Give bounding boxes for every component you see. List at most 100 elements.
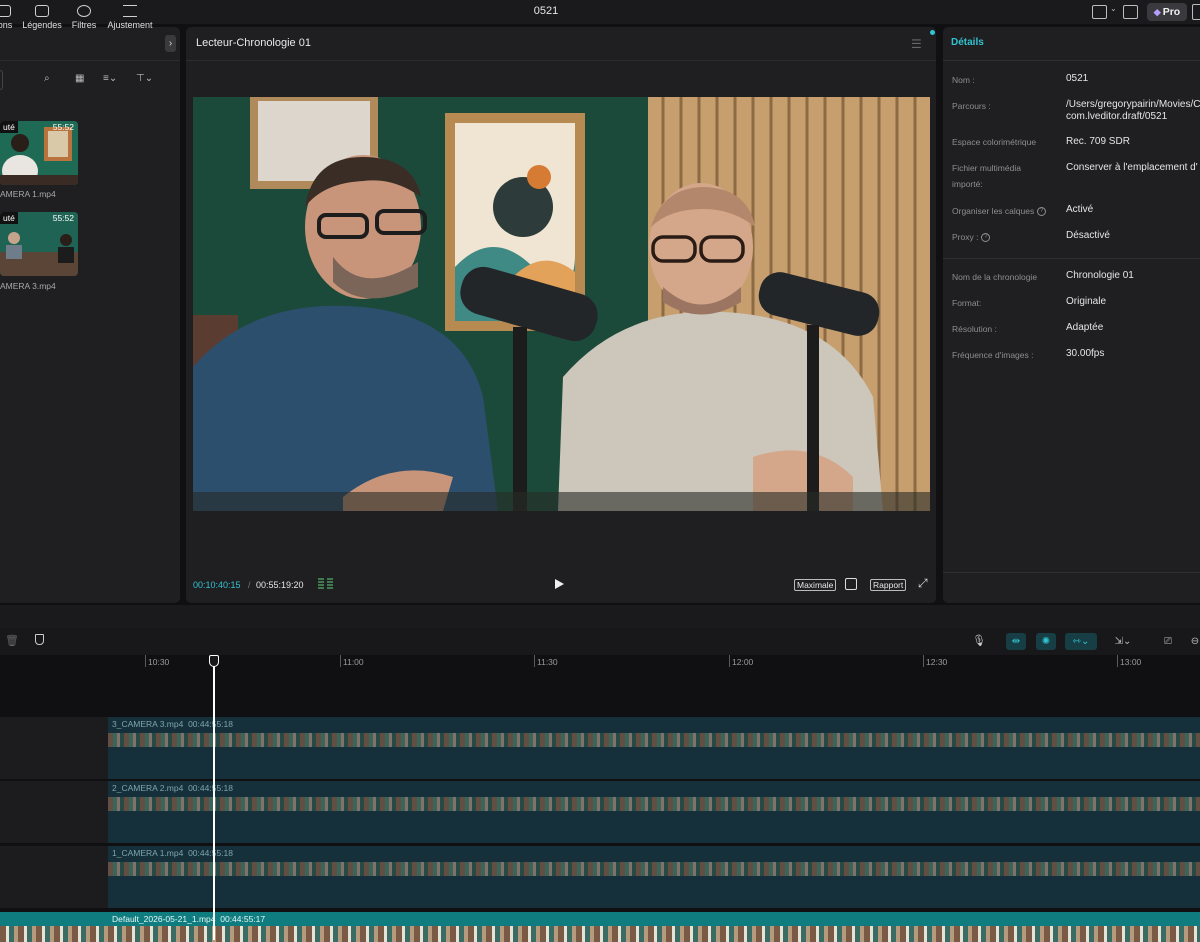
- snap-icon[interactable]: ⇿⌄: [1065, 633, 1097, 650]
- clip-duration: 00:44:55:17: [220, 914, 266, 924]
- clip-name: 1_CAMERA 1.mp4: [112, 848, 184, 858]
- title-bar: 0521: [0, 0, 1200, 24]
- video-track-1[interactable]: 1_CAMERA 1.mp4 00:44:55:18: [108, 846, 1200, 908]
- clip-duration: 55:52: [52, 122, 74, 132]
- help-icon[interactable]: ?: [1037, 207, 1047, 217]
- media-thumbnail[interactable]: uté 55:52: [0, 121, 78, 185]
- clip-title: 1_CAMERA 1.mp4 00:44:55:18: [112, 848, 233, 858]
- select-icon[interactable]: ⇲⌄: [1108, 633, 1138, 650]
- filter-icon[interactable]: ⊤⌄: [136, 73, 153, 84]
- detail-label: Proxy :: [952, 232, 979, 242]
- ruler-label: 13:00: [1120, 657, 1142, 667]
- clip-filmstrip: [108, 862, 1200, 876]
- quality-button[interactable]: Maximale: [794, 579, 837, 591]
- ratio-button[interactable]: Rapport: [870, 579, 907, 591]
- zoom-out-icon[interactable]: ⊖: [1188, 633, 1200, 650]
- track-header[interactable]: [0, 781, 108, 843]
- tool-label: Légendes: [22, 20, 62, 30]
- ruler-tick: [534, 655, 535, 667]
- menu-icon[interactable]: ☰: [911, 37, 922, 51]
- trash-icon[interactable]: 🗑: [5, 634, 19, 647]
- detail-label: Parcours :: [952, 101, 991, 111]
- marker-icon[interactable]: [35, 634, 44, 645]
- sidebar-toggle-icon[interactable]: [1192, 4, 1200, 20]
- search-icon[interactable]: ⌕: [44, 73, 50, 84]
- ruler-label: 12:30: [926, 657, 948, 667]
- clip-duration: 00:44:55:18: [188, 719, 233, 729]
- ruler-tick: [340, 655, 341, 667]
- detail-value: Désactivé: [1066, 230, 1110, 241]
- detail-value: /Users/gregorypairin/Movies/C: [1066, 99, 1200, 110]
- clip-name: AMERA 3.mp4: [0, 281, 56, 291]
- play-icon[interactable]: [555, 579, 564, 589]
- tool-subtitles[interactable]: Légendes: [18, 4, 66, 30]
- tool-label: Filtres: [71, 20, 97, 30]
- ruler-tick: [1117, 655, 1118, 667]
- detail-label-row: Proxy :?: [952, 229, 1062, 245]
- playhead[interactable]: [213, 660, 215, 940]
- chevron-right-icon[interactable]: ›: [165, 35, 176, 52]
- crop-icon[interactable]: [845, 578, 857, 590]
- search-field-edge[interactable]: [0, 70, 3, 90]
- layout-icon[interactable]: [1092, 5, 1107, 19]
- divider: [186, 60, 936, 61]
- video-track-2[interactable]: 2_CAMERA 2.mp4 00:44:55:18: [108, 781, 1200, 843]
- grid-view-icon[interactable]: ▦: [75, 73, 84, 84]
- tool-adjustment[interactable]: Ajustement: [106, 4, 154, 30]
- divider: [943, 60, 1200, 61]
- detail-value: 0521: [1066, 73, 1089, 84]
- detail-value: 30.00fps: [1066, 348, 1105, 359]
- viewer-title: Lecteur-Chronologie 01: [196, 37, 311, 49]
- detail-value: Activé: [1066, 204, 1094, 215]
- clip-title: 3_CAMERA 3.mp4 00:44:55:18: [112, 719, 233, 729]
- transitions-icon: [0, 5, 11, 17]
- chevron-down-icon[interactable]: ⌄: [1110, 4, 1117, 13]
- media-thumbnail[interactable]: uté 55:52: [0, 212, 78, 276]
- main-track[interactable]: Default_2026-05-21_1.mp4 00:44:55:17: [0, 912, 1200, 942]
- tool-filters[interactable]: Filtres: [60, 4, 108, 30]
- audio-meter-icon: [318, 578, 333, 589]
- divider: [943, 258, 1200, 259]
- detail-value: Adaptée: [1066, 322, 1104, 333]
- status-dot: [930, 30, 935, 35]
- clip-title: 2_CAMERA 2.mp4 00:44:55:18: [112, 783, 233, 793]
- playhead-handle[interactable]: [209, 655, 219, 667]
- magnet-icon[interactable]: ✺: [1036, 633, 1056, 650]
- detail-label: Espace colorimétrique: [952, 137, 1037, 147]
- ruler-label: 11:00: [343, 657, 364, 667]
- microphone-icon[interactable]: 🎙: [972, 634, 986, 647]
- ruler-label: 12:00: [732, 657, 754, 667]
- ruler-label: 11:30: [537, 657, 558, 667]
- subtitle-icon[interactable]: [1123, 5, 1138, 19]
- pro-badge[interactable]: ◆ Pro: [1147, 3, 1187, 21]
- timecode-separator: /: [248, 580, 251, 590]
- clip-title: Default_2026-05-21_1.mp4 00:44:55:17: [112, 914, 265, 924]
- total-timecode: 00:55:19:20: [256, 580, 304, 590]
- track-header[interactable]: [0, 717, 108, 779]
- detail-value: Rec. 709 SDR: [1066, 136, 1130, 147]
- link-icon[interactable]: ⇹: [1006, 633, 1026, 650]
- detail-value: Chronologie 01: [1066, 270, 1134, 281]
- captions-icon: [35, 5, 49, 17]
- clip-badge: uté: [0, 121, 18, 133]
- clip-badge: uté: [0, 212, 18, 224]
- clip-name: Default_2026-05-21_1.mp4: [112, 914, 216, 924]
- video-track-3[interactable]: 3_CAMERA 3.mp4 00:44:55:18: [108, 717, 1200, 779]
- detail-label: Fichier multimédia importé:: [952, 163, 1021, 189]
- preview-icon[interactable]: ⎚: [1158, 633, 1178, 650]
- detail-label: Fréquence d'images :: [952, 350, 1034, 360]
- media-panel: [0, 27, 180, 603]
- ruler-tick: [145, 655, 146, 667]
- clip-name: 3_CAMERA 3.mp4: [112, 719, 184, 729]
- fullscreen-icon[interactable]: ⤢: [918, 576, 928, 591]
- video-preview[interactable]: [193, 97, 930, 511]
- sort-icon[interactable]: ≡⌄: [103, 73, 117, 84]
- current-timecode: 00:10:40:15: [193, 580, 241, 590]
- help-icon[interactable]: ?: [981, 233, 991, 243]
- tab-details[interactable]: Détails: [951, 37, 984, 48]
- track-header[interactable]: [0, 846, 108, 908]
- detail-label: Nom de la chronologie: [952, 272, 1038, 282]
- timeline-ruler[interactable]: [0, 655, 1200, 669]
- clip-name: 2_CAMERA 2.mp4: [112, 783, 184, 793]
- ruler-label: 10:30: [148, 657, 170, 667]
